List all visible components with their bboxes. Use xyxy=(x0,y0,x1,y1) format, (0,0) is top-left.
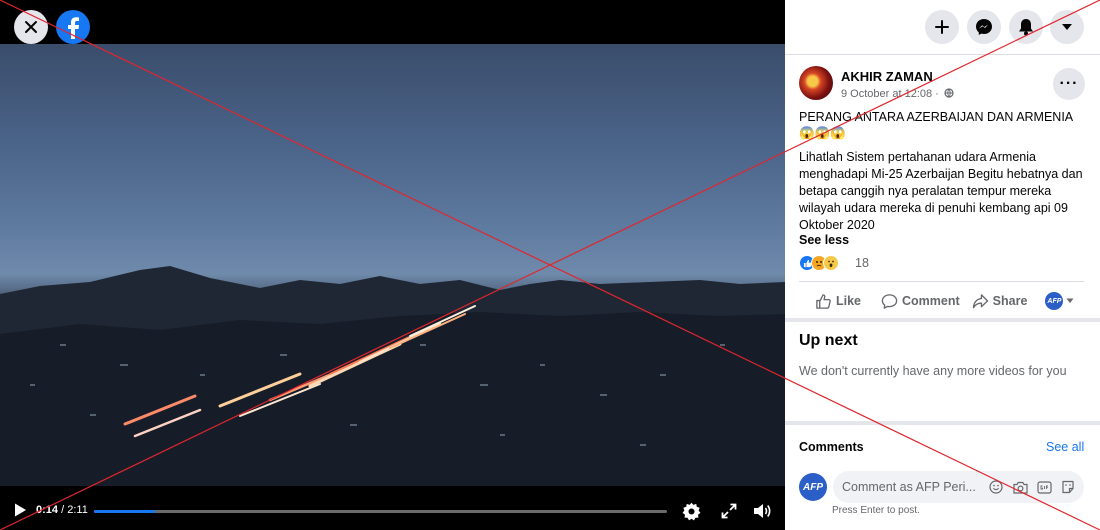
actions-top-divider xyxy=(799,281,1084,282)
like-button[interactable]: Like xyxy=(815,293,861,310)
current-time: 0:14 xyxy=(36,504,59,516)
commenter-avatar[interactable]: AFP xyxy=(799,473,827,501)
facebook-icon xyxy=(68,17,79,39)
gif-icon[interactable] xyxy=(1036,479,1052,495)
duration: 2:11 xyxy=(67,504,88,516)
video-pane: 0:14 / 2:11 xyxy=(0,0,785,530)
share-icon xyxy=(972,293,988,308)
create-button[interactable] xyxy=(925,10,959,44)
bell-icon xyxy=(1019,19,1033,36)
progress-fill xyxy=(94,510,156,513)
messenger-icon xyxy=(976,19,992,35)
share-button[interactable]: Share xyxy=(972,293,1028,310)
close-button[interactable] xyxy=(14,10,48,44)
comment-label: Comment xyxy=(902,294,960,308)
fullscreen-button[interactable] xyxy=(719,501,739,521)
play-icon xyxy=(15,503,26,517)
caret-down-icon xyxy=(1062,24,1072,30)
post-body: Lihatlah Sistem pertahanan udara Armenia… xyxy=(799,150,1083,232)
settings-button[interactable] xyxy=(681,501,701,521)
play-button[interactable] xyxy=(12,502,28,518)
reactions-summary[interactable] xyxy=(799,254,839,272)
time-display: 0:14 / 2:11 xyxy=(36,504,88,516)
header-divider xyxy=(785,54,1100,55)
author-name[interactable]: AKHIR ZAMAN xyxy=(841,69,933,84)
video-frame[interactable] xyxy=(0,44,785,486)
post-side-panel: AKHIR ZAMAN 9 October at 12:08 · ··· PER… xyxy=(785,0,1100,530)
comment-input[interactable] xyxy=(842,480,980,494)
video-controls: 0:14 / 2:11 xyxy=(0,496,785,526)
up-next-empty-message: We don't currently have any more videos … xyxy=(799,364,1067,378)
volume-button[interactable] xyxy=(752,501,772,521)
camera-icon[interactable] xyxy=(1012,479,1028,495)
reaction-count[interactable]: 18 xyxy=(855,256,869,270)
author-avatar[interactable] xyxy=(799,66,833,100)
comment-button[interactable]: Comment xyxy=(881,293,960,310)
see-all-comments-link[interactable]: See all xyxy=(1046,440,1084,454)
afp-mini-avatar: AFP xyxy=(1045,292,1064,310)
comment-box[interactable] xyxy=(833,471,1084,503)
account-menu-button[interactable] xyxy=(1050,10,1084,44)
sticker-icon[interactable] xyxy=(1060,479,1076,495)
notifications-button[interactable] xyxy=(1009,10,1043,44)
comments-divider xyxy=(785,421,1100,425)
up-next-heading: Up next xyxy=(799,332,858,349)
see-less-link[interactable]: See less xyxy=(799,233,849,247)
facebook-logo[interactable] xyxy=(56,10,90,44)
comments-heading: Comments xyxy=(799,440,864,454)
post-options-button[interactable]: ··· xyxy=(1053,68,1085,100)
thumbs-up-icon xyxy=(816,293,831,309)
post-as-selector[interactable]: AFP xyxy=(1045,292,1078,310)
expand-icon xyxy=(721,503,737,519)
more-icon: ··· xyxy=(1059,75,1079,92)
section-divider xyxy=(785,318,1100,322)
caret-down-icon xyxy=(1066,298,1074,303)
post-meta: 9 October at 12:08 · xyxy=(841,88,954,100)
comment-icon xyxy=(881,293,898,309)
globe-icon xyxy=(944,88,954,98)
press-enter-hint: Press Enter to post. xyxy=(832,505,920,516)
like-label: Like xyxy=(836,294,862,308)
close-icon xyxy=(25,21,37,33)
post-actions: Like Comment Share AFP xyxy=(799,290,1089,312)
post-title: PERANG ANTARA AZERBAIJAN DAN ARMENIA 😱😱😱 xyxy=(799,110,1073,140)
post-date[interactable]: 9 October at 12:08 · xyxy=(841,88,939,100)
video-still xyxy=(0,266,785,486)
wow-icon xyxy=(823,255,839,271)
progress-bar[interactable] xyxy=(94,510,667,513)
gear-icon xyxy=(682,502,700,520)
volume-icon xyxy=(754,504,771,518)
emoji-icon[interactable] xyxy=(988,479,1004,495)
plus-icon xyxy=(935,20,949,34)
share-label: Share xyxy=(992,294,1028,308)
messenger-button[interactable] xyxy=(967,10,1001,44)
